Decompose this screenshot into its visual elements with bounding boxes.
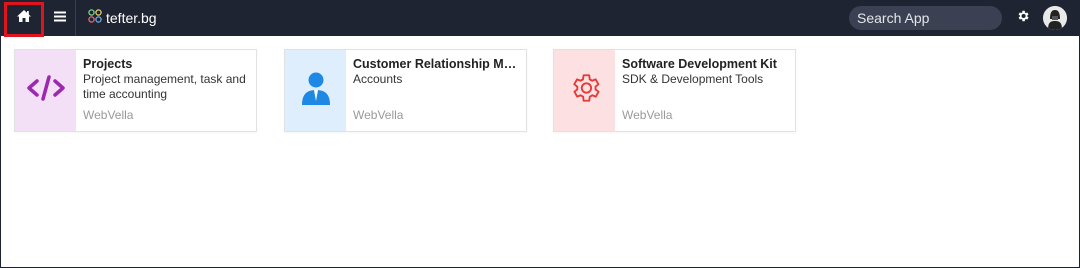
app-icon-panel [15,50,76,131]
search-box[interactable] [849,6,1002,30]
app-author: WebVella [83,108,134,122]
navbar-divider [75,0,76,36]
top-navbar: tefter.bg [0,0,1080,37]
code-icon [26,73,66,108]
app-card-sdk[interactable]: Software Development Kit SDK & Developme… [553,49,796,132]
hamburger-menu-icon [54,9,66,27]
app-description: Project management, task and time accoun… [83,72,246,101]
gear-icon [1016,9,1030,28]
app-title: Software Development Kit [622,57,777,71]
app-description: Accounts [353,72,403,86]
app-author: WebVella [622,108,673,122]
home-icon [16,9,32,28]
app-card-crm[interactable]: Customer Relationship Ma... Accounts Web… [284,49,527,132]
brand-link[interactable]: tefter.bg [88,0,157,36]
app-window [0,0,1080,268]
app-author: WebVella [353,108,404,122]
settings-button[interactable] [1013,8,1033,28]
app-title: Customer Relationship Ma... [353,57,521,71]
brand-name: tefter.bg [106,10,157,26]
app-card-projects[interactable]: Projects Project management, task and ti… [14,49,257,132]
app-icon-panel [285,50,346,131]
home-button[interactable] [4,0,44,36]
search-input[interactable] [857,10,992,26]
four-circles-logo-icon [88,8,102,28]
app-icon-panel [554,50,615,131]
menu-button[interactable] [44,0,76,36]
user-icon [301,71,331,110]
app-title: Projects [83,57,133,71]
gear-icon [568,71,602,110]
app-description: SDK & Development Tools [622,72,764,86]
user-avatar[interactable] [1043,6,1067,30]
